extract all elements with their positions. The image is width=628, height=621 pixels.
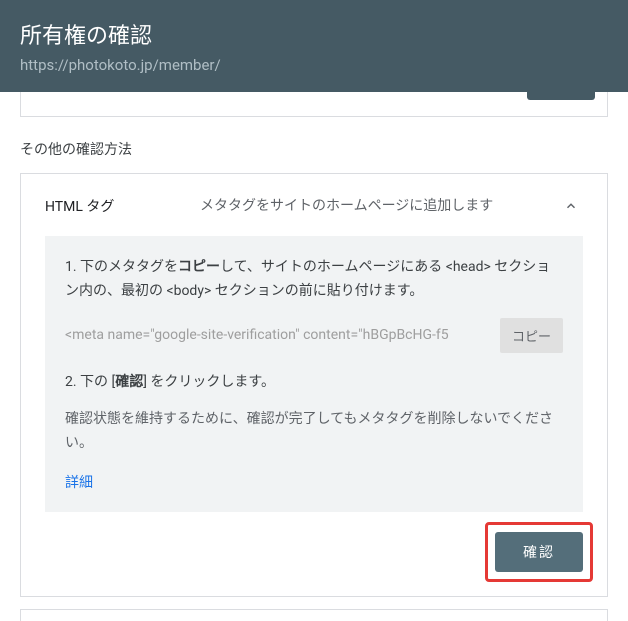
step-2-text: 2. 下の [確認] をクリックします。 bbox=[65, 371, 563, 395]
next-card-edge bbox=[20, 609, 608, 621]
details-link[interactable]: 詳細 bbox=[65, 472, 93, 492]
html-tag-card: HTML タグ メタタグをサイトのホームページに追加します 1. 下のメタタグを… bbox=[20, 173, 608, 597]
confirm-button[interactable]: 確認 bbox=[495, 532, 583, 572]
header-url: https://photokoto.jp/member/ bbox=[20, 56, 608, 74]
meta-tag-input[interactable] bbox=[65, 318, 494, 353]
card-body: 1. 下のメタタグをコピーして、サイトのホームページにある <head> セクシ… bbox=[45, 236, 583, 512]
card-title: HTML タグ bbox=[45, 196, 200, 216]
chevron-up-icon bbox=[559, 194, 583, 218]
highlight-annotation: 確認 bbox=[485, 522, 593, 582]
meta-tag-row: コピー bbox=[65, 318, 563, 353]
step-1-text: 1. 下のメタタグをコピーして、サイトのホームページにある <head> セクシ… bbox=[65, 256, 563, 304]
section-label: その他の確認方法 bbox=[20, 139, 608, 159]
copy-button[interactable]: コピー bbox=[500, 318, 563, 353]
card-description: メタタグをサイトのホームページに追加します bbox=[200, 195, 559, 217]
retain-note: 確認状態を維持するために、確認が完了してもメタタグを削除しないでください。 bbox=[65, 408, 563, 456]
confirm-row: 確認 bbox=[21, 512, 607, 596]
card-header[interactable]: HTML タグ メタタグをサイトのホームページに追加します bbox=[21, 174, 607, 236]
previous-confirm-button[interactable] bbox=[527, 70, 595, 100]
previous-card-edge bbox=[20, 92, 608, 117]
header-title: 所有権の確認 bbox=[20, 18, 608, 50]
